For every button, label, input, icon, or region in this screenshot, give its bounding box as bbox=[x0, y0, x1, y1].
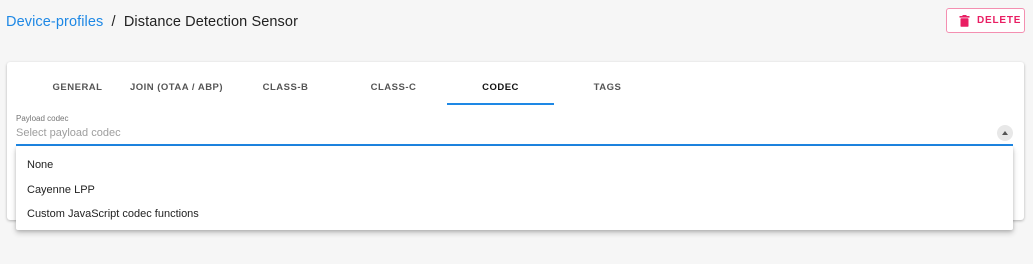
page-header: Device-profiles / Distance Detection Sen… bbox=[0, 0, 1033, 46]
tab-general[interactable]: GENERAL bbox=[24, 74, 131, 104]
tab-codec[interactable]: CODEC bbox=[447, 74, 554, 104]
active-tab-indicator bbox=[447, 103, 554, 105]
delete-button[interactable]: DELETE bbox=[946, 8, 1025, 33]
breadcrumb-device-profiles-link[interactable]: Device-profiles bbox=[6, 14, 103, 30]
page-title: Distance Detection Sensor bbox=[123, 14, 298, 30]
tab-class-c[interactable]: CLASS-C bbox=[340, 74, 447, 104]
option-cayenne-lpp[interactable]: Cayenne LPP bbox=[16, 178, 1013, 203]
option-custom-javascript[interactable]: Custom JavaScript codec functions bbox=[16, 202, 1013, 227]
tab-tags[interactable]: TAGS bbox=[554, 74, 661, 104]
tab-class-b[interactable]: CLASS-B bbox=[232, 74, 339, 104]
payload-codec-label: Payload codec bbox=[16, 114, 69, 123]
breadcrumb: Device-profiles / Distance Detection Sen… bbox=[6, 14, 298, 30]
tab-bar: GENERAL JOIN (OTAA / ABP) CLASS-B CLASS-… bbox=[7, 74, 1024, 106]
tab-join[interactable]: JOIN (OTAA / ABP) bbox=[123, 74, 230, 104]
payload-codec-placeholder: Select payload codec bbox=[16, 127, 121, 139]
payload-codec-dropdown: None Cayenne LPP Custom JavaScript codec… bbox=[16, 146, 1013, 230]
option-none[interactable]: None bbox=[16, 153, 1013, 178]
trash-icon bbox=[959, 14, 970, 27]
breadcrumb-separator: / bbox=[111, 14, 116, 30]
arrow-up-icon[interactable] bbox=[997, 125, 1013, 141]
payload-codec-select[interactable]: Payload codec Select payload codec bbox=[16, 114, 1013, 146]
delete-button-label: DELETE bbox=[977, 15, 1022, 26]
